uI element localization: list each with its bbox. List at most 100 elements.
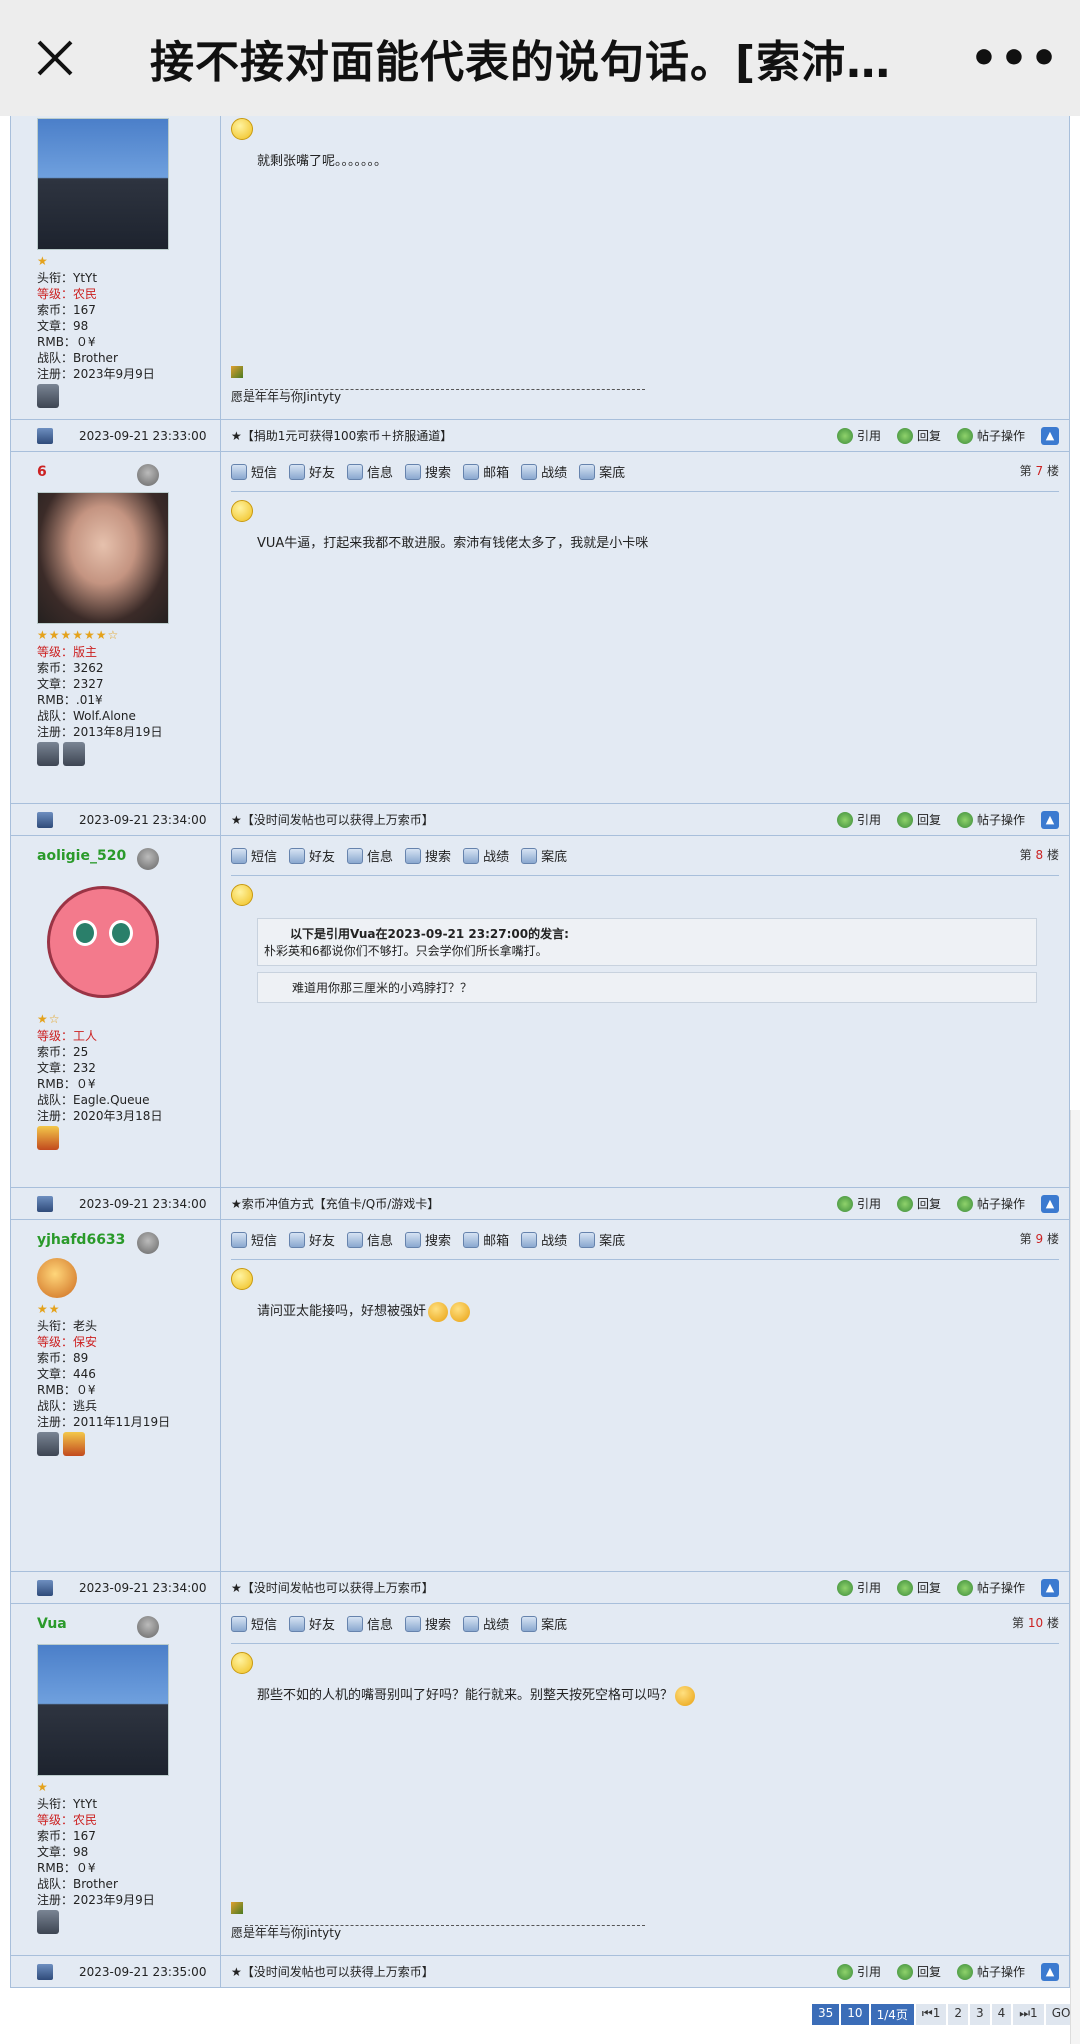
page-3-button[interactable]: 3 — [969, 2004, 990, 2025]
back-to-top-icon[interactable]: ▲ — [1041, 1962, 1059, 1981]
close-button[interactable] — [0, 0, 110, 116]
mail-icon — [463, 1231, 480, 1248]
ad-link[interactable]: ★【没时间发帖也可以获得上万索币】 — [221, 1579, 837, 1596]
post: aoligie_520 ★☆ 等级：工人 索币：25 文章：232 RMB：０¥… — [10, 836, 1070, 1188]
record-button[interactable]: 战绩 — [521, 462, 567, 481]
manage-icon — [956, 427, 973, 444]
info-button[interactable]: 信息 — [347, 1230, 393, 1249]
avatar[interactable] — [37, 1644, 169, 1776]
mail-button[interactable]: 邮箱 — [463, 462, 509, 481]
case-button[interactable]: 案底 — [579, 462, 625, 481]
quote-button[interactable]: 引用 — [836, 811, 881, 828]
post-manage-button[interactable]: 帖子操作 — [956, 1963, 1025, 1980]
more-menu-button[interactable]: ••• — [950, 0, 1080, 116]
last-page-button[interactable]: ⏭1 — [1013, 2004, 1044, 2025]
sms-icon — [231, 463, 247, 480]
post-footer: 2023-09-21 23:33:00 ★【捐助1元可获得100索币＋挤服通道】… — [10, 419, 1070, 452]
avatar[interactable] — [37, 1258, 77, 1298]
quote-button[interactable]: 引用 — [836, 1195, 881, 1212]
post-manage-button[interactable]: 帖子操作 — [956, 811, 1025, 828]
smiley-icon — [231, 1652, 253, 1674]
reply-button[interactable]: 回复 — [896, 1963, 941, 1980]
quote-button[interactable]: 引用 — [836, 1963, 881, 1980]
avatar[interactable] — [37, 876, 169, 1008]
medal-icon — [37, 1126, 59, 1150]
record-button[interactable]: 战绩 — [463, 846, 509, 865]
sms-icon — [231, 1615, 247, 1632]
online-status-icon — [137, 1232, 159, 1254]
search-button[interactable]: 搜索 — [405, 462, 451, 481]
back-to-top-icon[interactable]: ▲ — [1041, 426, 1059, 445]
back-to-top-icon[interactable]: ▲ — [1041, 810, 1059, 829]
user-toolbar: 短信 好友 信息 搜索 邮箱 战绩 案底 — [231, 452, 1059, 492]
info-icon — [347, 1231, 364, 1248]
friend-button[interactable]: 好友 — [289, 1230, 335, 1249]
ad-link[interactable]: ★【捐助1元可获得100索币＋挤服通道】 — [221, 427, 837, 444]
scrollbar[interactable] — [1070, 1110, 1080, 2044]
back-to-top-icon[interactable]: ▲ — [1041, 1194, 1059, 1213]
first-page-button[interactable]: ⏮1 — [915, 2004, 947, 2025]
info-button[interactable]: 信息 — [347, 1614, 393, 1633]
record-icon — [463, 847, 480, 864]
reply-button[interactable]: 回复 — [896, 811, 941, 828]
page-2-button[interactable]: 2 — [948, 2004, 968, 2025]
manage-icon — [956, 1579, 973, 1596]
username[interactable]: aoligie_520 — [37, 848, 220, 870]
user-panel: yjhafd6633 ★★ 头衔：老头 等级：保安 索币：89 文章：446 R… — [11, 1220, 221, 1571]
page-4-button[interactable]: 4 — [991, 2004, 1012, 2025]
sms-button[interactable]: 短信 — [231, 1614, 277, 1633]
ad-link[interactable]: ★【没时间发帖也可以获得上万索币】 — [221, 1963, 837, 1980]
floor-number: 第 10 楼 — [1012, 1616, 1059, 1630]
floor-number: 第 9 楼 — [1019, 1232, 1059, 1246]
post-manage-button[interactable]: 帖子操作 — [956, 1579, 1025, 1596]
ad-link[interactable]: ★【没时间发帖也可以获得上万索币】 — [221, 811, 837, 828]
post-body: 短信 好友 信息 搜索 战绩 案底 第 8 楼 以下是引用Vua在2023-09… — [221, 836, 1069, 1187]
page-size: 10 — [841, 2004, 869, 2025]
avatar[interactable] — [37, 118, 169, 250]
mail-button[interactable]: 邮箱 — [463, 1230, 509, 1249]
username[interactable]: yjhafd6633 — [37, 1232, 220, 1254]
username[interactable]: Vua — [37, 1616, 220, 1638]
reply-icon — [896, 427, 913, 444]
friend-button[interactable]: 好友 — [289, 462, 335, 481]
sms-icon — [231, 1231, 247, 1248]
post-body: 就剩张嘴了呢。。。。。。。 愿是年年与你Jintyty — [221, 116, 1069, 419]
back-to-top-icon[interactable]: ▲ — [1041, 1578, 1059, 1597]
search-button[interactable]: 搜索 — [405, 1230, 451, 1249]
post: 6 ★★★★★★☆ 等级：版主 索币：3262 文章：2327 RMB：.01¥… — [10, 452, 1070, 804]
post-manage-button[interactable]: 帖子操作 — [956, 427, 1025, 444]
search-button[interactable]: 搜索 — [405, 1614, 451, 1633]
sms-button[interactable]: 短信 — [231, 1230, 277, 1249]
post-time: 2023-09-21 23:35:00 — [79, 1964, 207, 1979]
case-button[interactable]: 案底 — [579, 1230, 625, 1249]
post-content: 难道用你那三厘米的小鸡脖打？？ — [257, 972, 1037, 1003]
username[interactable]: 6 — [37, 464, 220, 486]
reply-button[interactable]: 回复 — [896, 427, 941, 444]
record-button[interactable]: 战绩 — [521, 1230, 567, 1249]
friend-button[interactable]: 好友 — [289, 846, 335, 865]
sms-button[interactable]: 短信 — [231, 846, 277, 865]
medals — [37, 384, 220, 408]
reply-button[interactable]: 回复 — [896, 1195, 941, 1212]
search-button[interactable]: 搜索 — [405, 846, 451, 865]
sms-button[interactable]: 短信 — [231, 462, 277, 481]
info-button[interactable]: 信息 — [347, 462, 393, 481]
case-button[interactable]: 案底 — [521, 846, 567, 865]
quote-button[interactable]: 引用 — [836, 1579, 881, 1596]
quote-button[interactable]: 引用 — [836, 427, 881, 444]
medals — [37, 1432, 220, 1456]
search-icon — [405, 1231, 422, 1248]
case-button[interactable]: 案底 — [521, 1614, 567, 1633]
emoji-icon — [675, 1685, 696, 1706]
record-button[interactable]: 战绩 — [463, 1614, 509, 1633]
post-time: 2023-09-21 23:34:00 — [79, 1580, 207, 1595]
friend-button[interactable]: 好友 — [289, 1614, 335, 1633]
info-button[interactable]: 信息 — [347, 846, 393, 865]
user-toolbar: 短信 好友 信息 搜索 邮箱 战绩 案底 — [231, 1220, 1059, 1260]
ad-link[interactable]: ★索币冲值方式【充值卡/Q币/游戏卡】 — [221, 1195, 837, 1212]
medal-icon — [63, 1432, 85, 1456]
post-manage-button[interactable]: 帖子操作 — [956, 1195, 1025, 1212]
reply-button[interactable]: 回复 — [896, 1579, 941, 1596]
avatar[interactable] — [37, 492, 169, 624]
page-indicator: 1/4页 — [870, 2004, 914, 2025]
